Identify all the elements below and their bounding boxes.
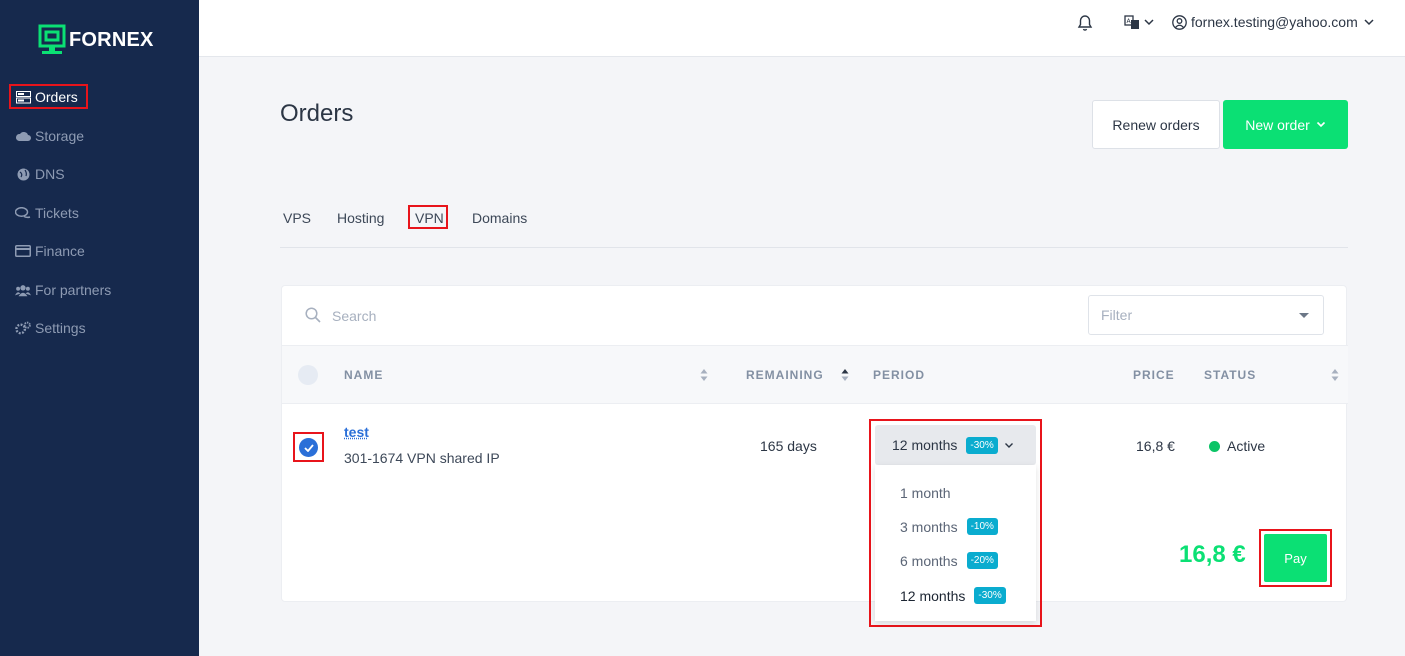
chevron-down-icon [1364,19,1374,26]
top-bar: A fornex.testing@yahoo.com [199,0,1405,57]
tab-domains[interactable]: Domains [472,210,527,226]
period-option-6-months[interactable]: 6 months -20% [900,552,998,569]
sidebar: FORNEX Orders Storage DNS Tickets Financ… [0,0,199,656]
column-header-remaining[interactable]: REMAINING [746,368,824,382]
highlight-box [9,84,88,109]
sidebar-item-finance[interactable]: Finance [15,241,85,261]
search-icon [305,307,321,328]
period-select[interactable]: 12 months -30% [875,425,1036,465]
discount-badge: -30% [966,436,998,454]
page-title: Orders [280,100,354,127]
chat-icon [15,206,31,220]
check-icon [303,443,314,452]
sidebar-item-label: Tickets [35,205,79,221]
sidebar-item-label: Storage [35,128,85,144]
select-all-checkbox[interactable] [298,365,318,385]
option-label: 12 months [900,587,966,604]
order-name-link[interactable]: test [344,424,369,440]
tab-hosting[interactable]: Hosting [337,210,384,226]
caret-down-icon [1299,313,1309,318]
bell-icon[interactable] [1077,14,1093,37]
column-header-price: PRICE [1133,368,1175,382]
credit-card-icon [15,244,31,258]
period-value: 12 months [892,437,958,453]
period-dropdown: 12 months -30% 1 month 3 months -10% 6 m… [869,419,1042,627]
tab-vpn[interactable]: VPN [415,210,444,226]
order-tabs: VPS Hosting VPN Domains [280,205,1348,248]
sidebar-item-label: Settings [35,320,86,336]
user-icon [1172,14,1187,30]
total-amount: 16,8 € [1179,541,1246,568]
brand-name: FORNEX [69,28,154,51]
sidebar-item-label: For partners [35,282,112,298]
sidebar-item-settings[interactable]: Settings [15,318,86,338]
price-value: 16,8 € [1136,438,1175,454]
remaining-value: 165 days [760,438,817,454]
discount-badge: -10% [966,518,998,535]
highlight-box [293,432,324,462]
user-email: fornex.testing@yahoo.com [1191,14,1358,30]
sort-icon[interactable] [1331,368,1339,382]
option-label: 3 months [900,518,958,535]
column-header-period: PERIOD [873,368,926,382]
column-header-name[interactable]: NAME [344,368,383,382]
column-header-status[interactable]: STATUS [1204,368,1256,382]
renew-orders-button[interactable]: Renew orders [1092,100,1220,149]
discount-badge: -20% [966,552,998,569]
discount-badge: -30% [974,587,1006,604]
sidebar-item-orders[interactable]: Orders [9,84,88,109]
fornex-logo[interactable]: FORNEX [38,24,154,56]
pay-button[interactable]: Pay [1264,534,1327,582]
orders-card: Filter NAME REMAINING PERIOD PRICE STATU… [281,285,1348,602]
order-subtitle: 301-1674 VPN shared IP [344,450,500,466]
users-icon [15,283,31,297]
chevron-down-icon [1144,19,1154,26]
tab-vps[interactable]: VPS [283,210,311,226]
option-label: 1 month [900,485,951,501]
new-order-label: New order [1245,116,1310,133]
translate-icon: A [1124,15,1139,29]
chevron-down-icon [1004,442,1013,448]
option-label: 6 months [900,552,958,569]
globe-icon [15,167,31,181]
sort-icon[interactable] [700,368,708,382]
sidebar-item-tickets[interactable]: Tickets [15,203,79,223]
gears-icon [15,321,31,335]
sort-asc-icon[interactable] [841,368,849,382]
sidebar-item-for-partners[interactable]: For partners [15,280,111,300]
user-menu[interactable]: fornex.testing@yahoo.com [1172,14,1375,30]
language-selector[interactable]: A [1124,14,1155,30]
period-option-3-months[interactable]: 3 months -10% [900,518,998,535]
sidebar-item-storage[interactable]: Storage [15,126,84,146]
sidebar-item-label: DNS [35,166,65,182]
period-option-1-month[interactable]: 1 month [900,485,951,501]
status-badge: Active [1209,438,1265,454]
new-order-button[interactable]: New order [1223,100,1348,149]
svg-text:A: A [1127,18,1132,25]
search-input[interactable] [332,305,1032,327]
sidebar-item-label: Finance [35,243,85,259]
period-option-12-months[interactable]: 12 months -30% [900,587,1006,604]
filter-select[interactable]: Filter [1088,295,1324,335]
row-checkbox[interactable] [299,438,318,457]
table-header: NAME REMAINING PERIOD PRICE STATUS [282,346,1348,404]
status-text: Active [1227,438,1266,454]
period-menu: 1 month 3 months -10% 6 months -20% 12 m… [875,465,1036,621]
sidebar-item-dns[interactable]: DNS [15,164,65,184]
chevron-down-icon [1316,121,1325,128]
cloud-icon [15,129,31,143]
status-dot [1209,440,1220,452]
search-row: Filter [282,286,1348,346]
logo-icon [38,24,66,54]
highlight-box: Pay [1259,529,1332,587]
filter-placeholder: Filter [1101,307,1133,323]
